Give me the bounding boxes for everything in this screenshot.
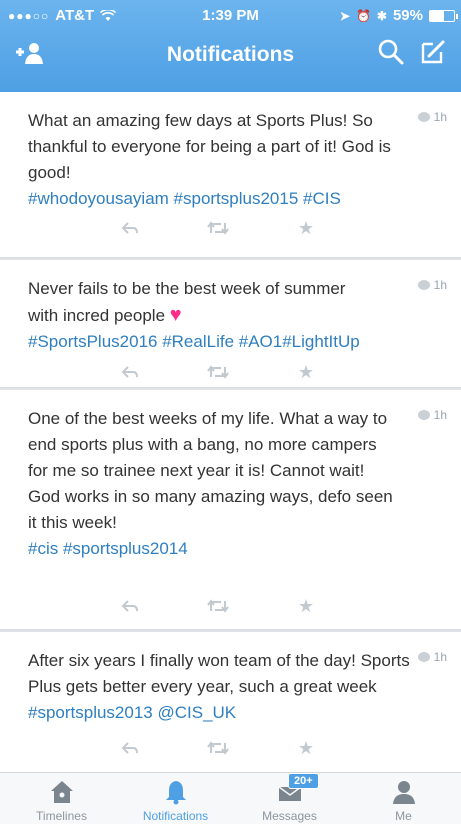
heart-emoji-icon: ♥ [169,304,182,326]
navbar: Notifications [0,32,461,84]
bluetooth-icon: ✱ [376,8,387,23]
reply-button[interactable] [86,362,174,382]
tweet-actions: ★ [86,596,350,616]
tweet-time: 1h [417,650,447,664]
favorite-button[interactable]: ★ [262,362,350,382]
notifications-feed[interactable]: What an amazing few days at Sports Plus!… [0,92,461,772]
compose-button[interactable] [419,38,447,71]
retweet-icon [207,365,229,379]
compose-icon [421,40,445,64]
tab-notifications[interactable]: Notifications [118,773,233,824]
retweet-button[interactable] [174,738,262,758]
tab-label: Timelines [36,809,87,823]
tweet-time: 1h [417,110,447,124]
favorite-button[interactable]: ★ [262,738,350,758]
reply-button[interactable] [86,738,174,758]
reply-bubble-icon [417,652,430,662]
tweet-actions: ★ [86,218,350,238]
tweet-hashtags[interactable]: #whodoyousayiam #sportsplus2015 #CIS [28,189,341,208]
tweet-body: What an amazing few days at Sports Plus!… [28,111,391,182]
tweet-card[interactable]: Never fails to be the best week of summe… [0,260,461,388]
tab-bar: Timelines Notifications 20+ Messages Me [0,772,461,824]
tab-messages[interactable]: 20+ Messages [232,773,347,824]
time-label: 1h [433,650,447,664]
messages-badge: 20+ [288,773,319,789]
tweet-card[interactable]: One of the best weeks of my life. What a… [0,390,461,630]
tweet-body: Never fails to be the best week of summe… [28,279,346,325]
tweet-card[interactable]: After six years I finally won team of th… [0,632,461,772]
reply-icon [121,742,138,754]
tweet-hashtags[interactable]: #cis #sportsplus2014 [28,539,188,558]
retweet-icon [207,221,229,235]
tweet-text: What an amazing few days at Sports Plus!… [28,108,398,212]
header: ●●●○○ AT&T 1:39 PM ➤ ⏰ ✱ 59% Notificatio… [0,0,461,92]
status-bar: ●●●○○ AT&T 1:39 PM ➤ ⏰ ✱ 59% [0,0,461,30]
tweet-text: One of the best weeks of my life. What a… [28,406,398,562]
favorite-button[interactable]: ★ [262,218,350,238]
tweet-time: 1h [417,408,447,422]
tweet-body: After six years I finally won team of th… [28,651,410,696]
reply-bubble-icon [417,112,430,122]
battery-percent: 59% [392,7,423,24]
tweet-actions: ★ [86,362,350,382]
person-icon [393,781,415,804]
status-right: ➤ ⏰ ✱ 59% [339,7,458,24]
tweet-text: Never fails to be the best week of summe… [28,276,368,355]
reply-bubble-icon [417,280,430,290]
tweet-hashtags[interactable]: #sportsplus2013 @CIS_UK [28,703,236,722]
time-label: 1h [433,110,447,124]
search-button[interactable] [377,38,405,71]
tweet-hashtags[interactable]: #SportsPlus2016 #RealLife #AO1#LightItUp [28,332,360,351]
reply-icon [121,366,138,378]
reply-bubble-icon [417,410,430,420]
battery-fill [430,10,445,21]
location-icon: ➤ [339,8,350,23]
reply-icon [121,600,138,612]
alarm-icon: ⏰ [355,8,371,23]
star-icon: ★ [297,737,315,758]
tweet-text: After six years I finally won team of th… [28,648,423,726]
bell-icon [166,781,186,805]
star-icon: ★ [297,595,315,616]
star-icon: ★ [297,217,315,238]
reply-button[interactable] [86,596,174,616]
retweet-button[interactable] [174,362,262,382]
favorite-button[interactable]: ★ [262,596,350,616]
tweet-actions: ★ [86,738,350,758]
time-label: 1h [433,278,447,292]
reply-icon [121,222,138,234]
tab-label: Messages [262,809,317,823]
retweet-button[interactable] [174,218,262,238]
retweet-button[interactable] [174,596,262,616]
reply-button[interactable] [86,218,174,238]
tweet-time: 1h [417,278,447,292]
star-icon: ★ [297,361,315,382]
tweet-card[interactable]: What an amazing few days at Sports Plus!… [0,92,461,258]
search-icon [378,39,404,65]
battery-icon [429,9,458,22]
tab-timelines[interactable]: Timelines [4,773,119,824]
tweet-body: One of the best weeks of my life. What a… [28,409,393,532]
time-label: 1h [433,408,447,422]
tab-me[interactable]: Me [346,773,461,824]
retweet-icon [207,599,229,613]
retweet-icon [207,741,229,755]
tab-label: Me [395,809,412,823]
tab-label: Notifications [142,809,209,823]
home-icon [51,781,73,803]
